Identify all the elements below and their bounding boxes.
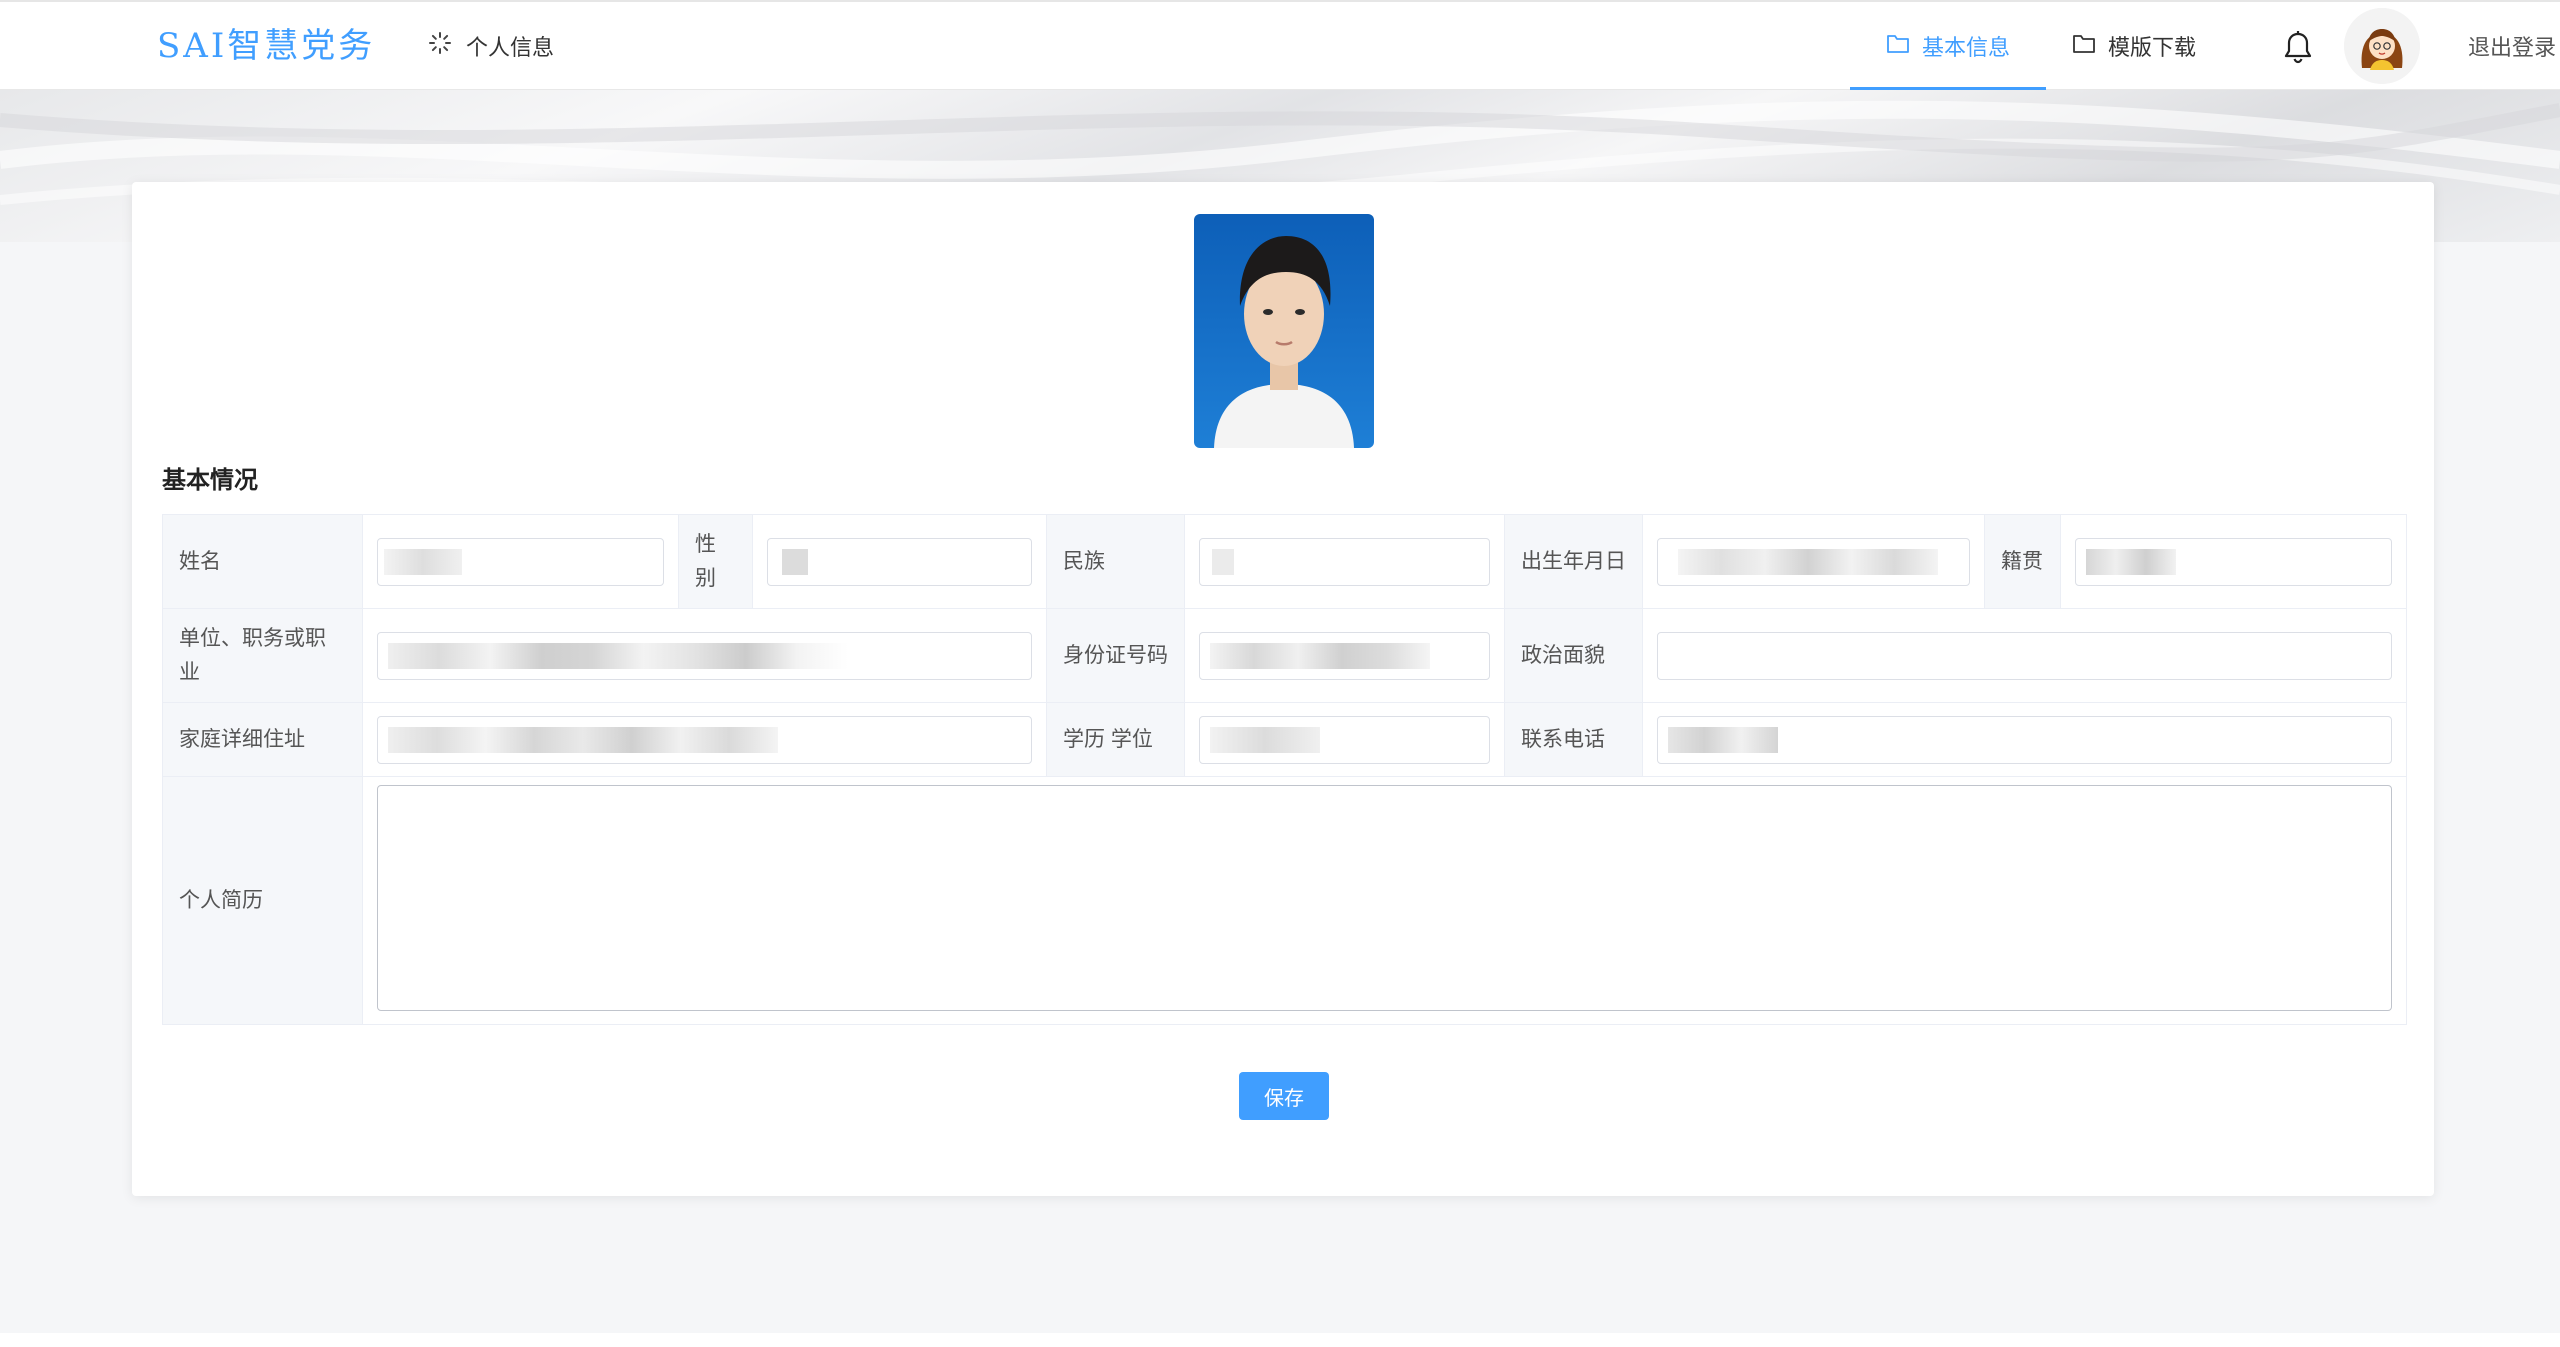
label-phone: 联系电话 — [1504, 702, 1643, 777]
avatar[interactable] — [2344, 8, 2420, 84]
table-row: 家庭详细住址 学历 学位 联系电话 — [162, 702, 2407, 777]
profile-card: 基本情况 姓名 性别 民族 出生年月日 籍贯 单位、职务或职业 身份证号码 政治… — [132, 182, 2434, 1196]
tab-template-download[interactable]: 模版下载 — [2072, 2, 2196, 90]
political-status-field[interactable] — [1657, 631, 2392, 680]
name-field[interactable] — [377, 537, 664, 586]
birth-field[interactable] — [1657, 537, 1970, 586]
label-id-number: 身份证号码 — [1046, 608, 1185, 703]
loading-spinner-icon — [428, 31, 452, 61]
label-native-place: 籍贯 — [1984, 514, 2061, 609]
redacted-value — [1210, 642, 1430, 669]
redacted-value — [1678, 548, 1938, 575]
tab-template-download-label: 模版下载 — [2108, 35, 2197, 60]
label-name: 姓名 — [162, 514, 363, 609]
redacted-value — [1210, 726, 1320, 753]
tab-basic-info[interactable]: 基本信息 — [1849, 2, 2047, 90]
personal-info-label: 个人信息 — [466, 35, 555, 60]
brand-logo-text[interactable]: SAI智慧党务 — [157, 24, 375, 68]
table-row: 单位、职务或职业 身份证号码 政治面貌 — [162, 608, 2407, 703]
tab-basic-info-label: 基本信息 — [1922, 35, 2011, 60]
label-birth: 出生年月日 — [1504, 514, 1643, 609]
resume-textarea[interactable] — [377, 784, 2392, 1011]
personal-info-link[interactable]: 个人信息 — [428, 24, 554, 68]
native-place-field[interactable] — [2075, 537, 2392, 586]
redacted-value — [1212, 548, 1234, 575]
label-employer-position: 单位、职务或职业 — [162, 608, 363, 703]
label-home-address: 家庭详细住址 — [162, 702, 363, 777]
id-number-field[interactable] — [1199, 631, 1490, 680]
home-address-field[interactable] — [377, 715, 1032, 764]
ethnicity-field[interactable] — [1199, 537, 1490, 586]
gender-field[interactable] — [767, 537, 1032, 586]
bell-icon[interactable] — [2282, 30, 2314, 64]
education-degree-field[interactable] — [1199, 715, 1490, 764]
redacted-value — [1668, 726, 1778, 753]
label-gender: 性别 — [678, 514, 753, 609]
profile-photo[interactable] — [1194, 214, 1374, 448]
label-resume: 个人简历 — [162, 776, 363, 1025]
redacted-value — [2086, 548, 2176, 575]
top-navbar: SAI智慧党务 个人信息 基本信息 模版下载 退出登录 — [0, 2, 2560, 90]
employer-position-field[interactable] — [377, 631, 1032, 680]
basic-info-table: 姓名 性别 民族 出生年月日 籍贯 单位、职务或职业 身份证号码 政治面貌 家庭… — [162, 514, 2407, 1025]
folder-icon — [1886, 32, 1910, 60]
label-ethnicity: 民族 — [1046, 514, 1185, 609]
table-row: 个人简历 — [162, 776, 2407, 1025]
logout-link[interactable]: 退出登录 — [2468, 24, 2556, 68]
phone-field[interactable] — [1657, 715, 2392, 764]
label-political-status: 政治面貌 — [1504, 608, 1643, 703]
redacted-value — [388, 642, 848, 669]
redacted-value — [782, 548, 808, 575]
save-button[interactable]: 保存 — [1239, 1072, 1329, 1120]
footer-strip — [0, 1333, 2560, 1347]
label-education-degree: 学历 学位 — [1046, 702, 1185, 777]
table-row: 姓名 性别 民族 出生年月日 籍贯 — [162, 514, 2407, 609]
section-title-basic: 基本情况 — [162, 467, 258, 494]
folder-icon — [2072, 32, 2096, 60]
redacted-value — [388, 726, 778, 753]
redacted-value — [384, 548, 462, 575]
